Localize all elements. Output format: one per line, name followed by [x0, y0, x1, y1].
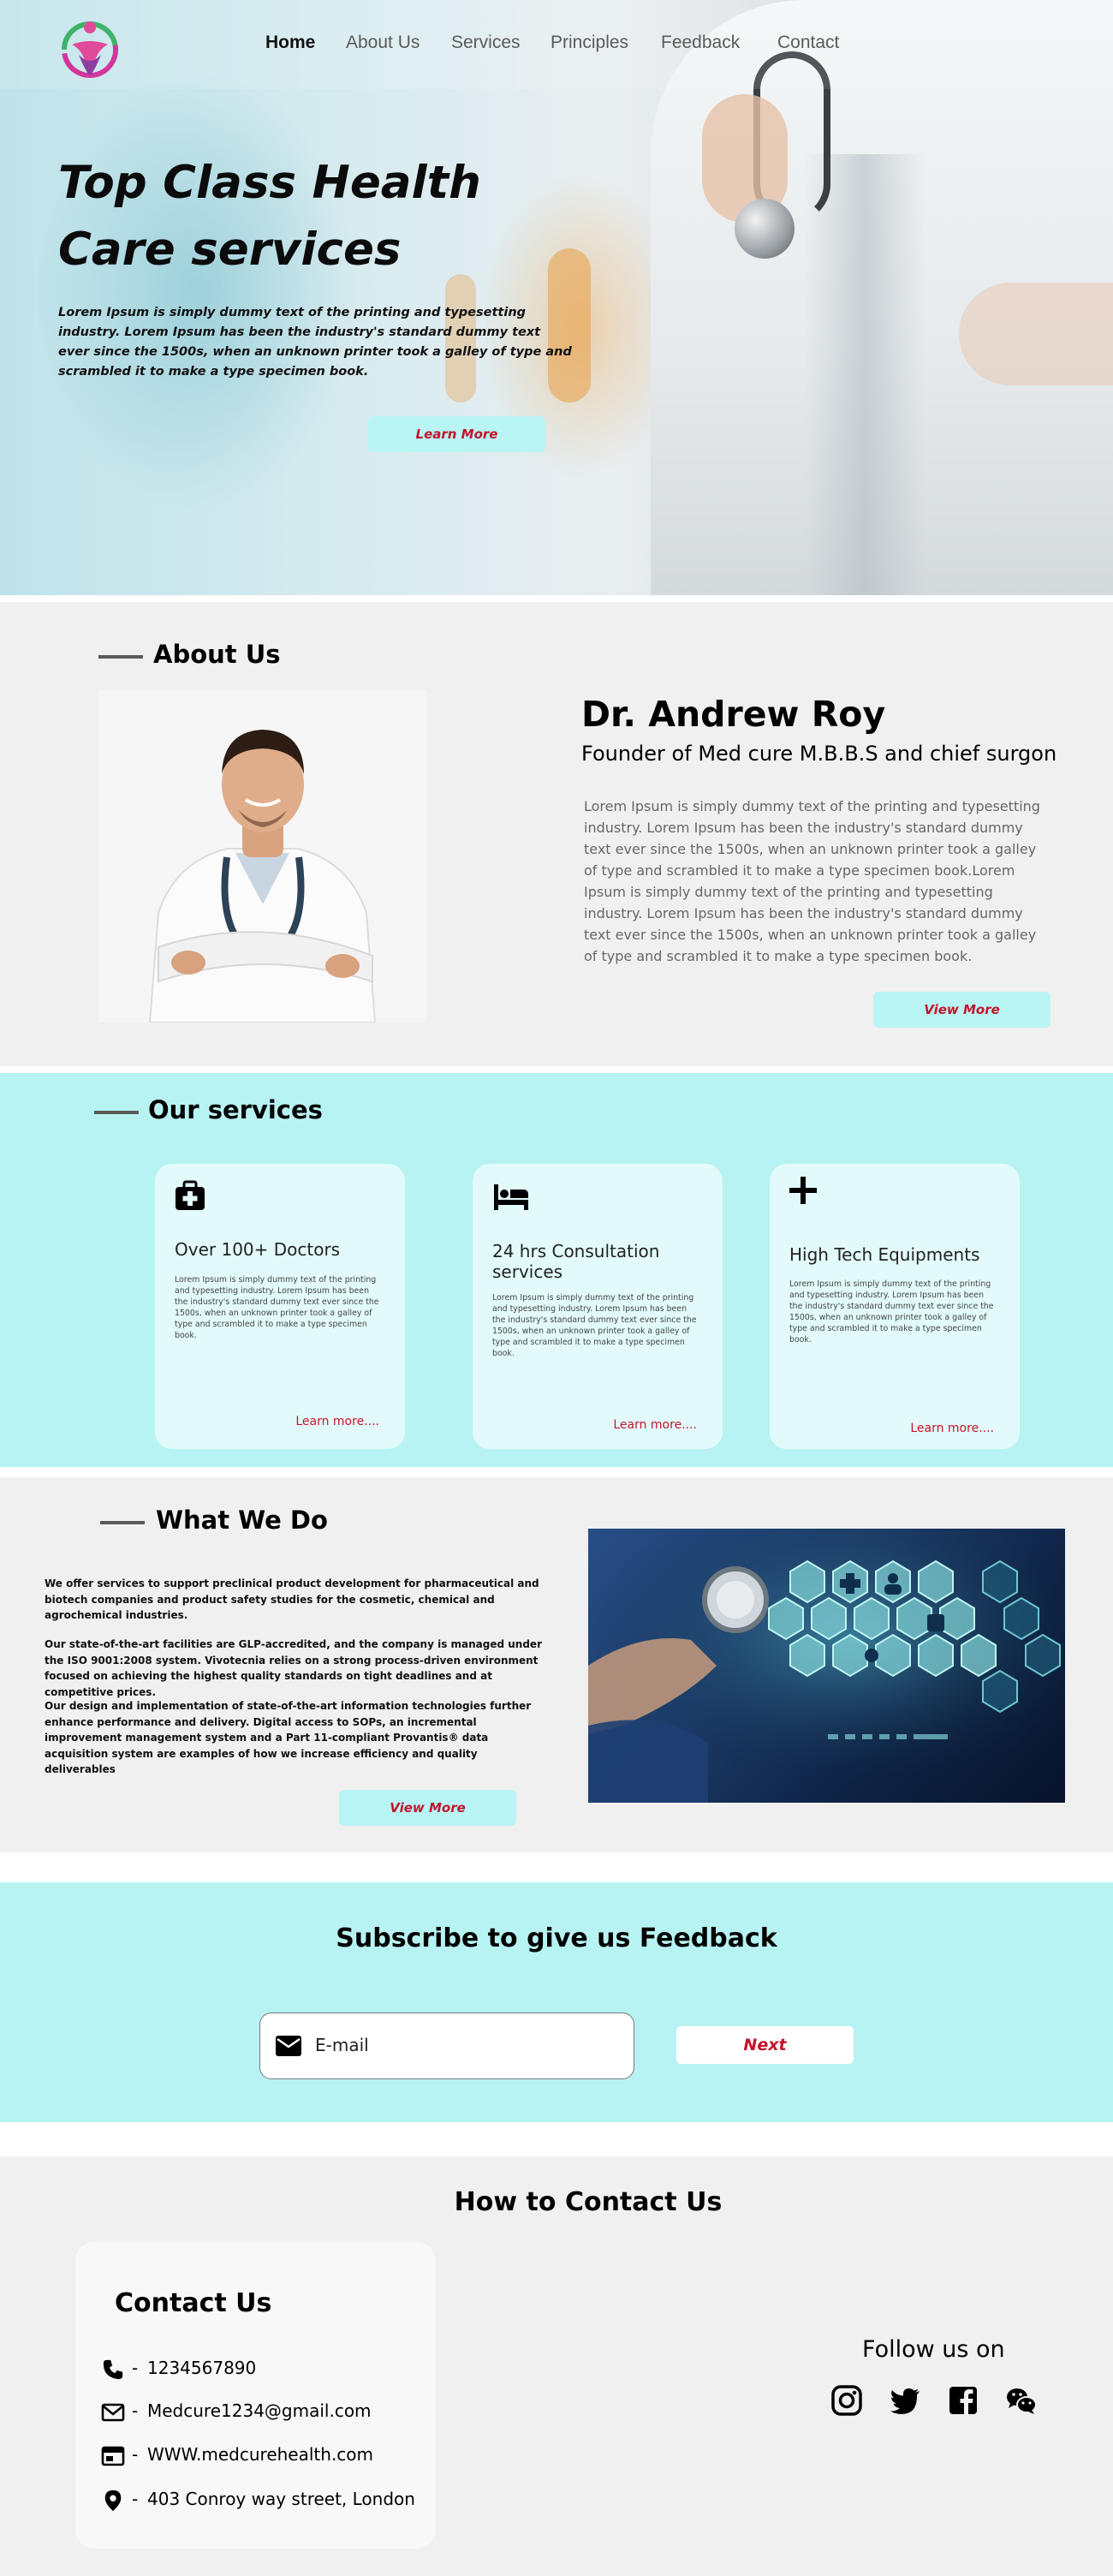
email-placeholder: E-mail [315, 2035, 369, 2055]
email-input[interactable]: E-mail [259, 2012, 634, 2079]
instagram-icon[interactable] [830, 2384, 863, 2417]
plus-icon [789, 1177, 817, 1204]
hero-background-blur [34, 69, 360, 514]
service-card-text: Lorem Ipsum is simply dummy text of the … [492, 1293, 697, 1358]
hero-description: Lorem Ipsum is simply dummy text of the … [58, 306, 572, 379]
contact-section-title: How to Contact Us [454, 2187, 723, 2217]
nav-feedback[interactable]: Feedback [661, 33, 740, 53]
facebook-icon[interactable] [947, 2384, 979, 2417]
contact-card-title: Contact Us [115, 2288, 272, 2318]
subscribe-title: Subscribe to give us Feedback [336, 1923, 777, 1953]
contact-email: Medcure1234@gmail.com [147, 2400, 372, 2421]
contact-separator: - [132, 2444, 139, 2465]
doctor-name: Dr. Andrew Roy [581, 694, 886, 735]
location-pin-icon [104, 2490, 122, 2512]
stethoscope-head [735, 199, 795, 259]
service-card-learn-more-link[interactable]: Learn more.... [613, 1418, 697, 1432]
service-card[interactable]: 24 hrs Consultation services Lorem Ipsum… [473, 1164, 723, 1449]
service-card[interactable]: Over 100+ Doctors Lorem Ipsum is simply … [155, 1164, 405, 1449]
service-card-title: High Tech Equipments [789, 1244, 980, 1265]
section-title-line [94, 1111, 139, 1114]
about-view-more-button[interactable]: View More [873, 992, 1051, 1028]
contact-card: Contact Us - 1234567890 - Medcure1234@gm… [75, 2242, 436, 2549]
contact-section: How to Contact Us Contact Us - 123456789… [0, 2156, 1113, 2576]
medical-kit-icon [176, 1180, 205, 1210]
nav-contact[interactable]: Contact [777, 33, 839, 53]
mail-icon [101, 2403, 125, 2422]
medical-technology-image [588, 1529, 1065, 1803]
doctor-photo [98, 690, 426, 1023]
hero-title: Top Class Health Care services [58, 157, 481, 276]
service-card[interactable]: High Tech Equipments Lorem Ipsum is simp… [770, 1164, 1020, 1449]
hero-section: Home About Us Services Principles Feedba… [0, 0, 1113, 595]
hero-doctor-coat-fold [805, 154, 925, 595]
contact-separator: - [132, 2358, 139, 2378]
wechat-icon[interactable] [1005, 2384, 1038, 2417]
website-icon [101, 2446, 125, 2466]
what-we-do-section-title: What We Do [156, 1506, 328, 1535]
twitter-icon[interactable] [889, 2384, 921, 2417]
service-card-learn-more-link[interactable]: Learn more.... [295, 1415, 379, 1428]
learn-more-button[interactable]: Learn More [368, 416, 545, 452]
contact-address: 403 Conroy way street, London [147, 2489, 415, 2509]
contact-website: WWW.medcurehealth.com [147, 2444, 374, 2465]
service-card-text: Lorem Ipsum is simply dummy text of the … [789, 1279, 994, 1345]
services-section: Our services Over 100+ Doctors Lorem Ips… [0, 1073, 1113, 1467]
service-card-title: 24 hrs Consultation services [492, 1241, 660, 1282]
hospital-bed-icon [494, 1184, 528, 1210]
what-we-do-paragraph: Our state-of-the-art facilities are GLP-… [45, 1638, 542, 1698]
service-card-title: Over 100+ Doctors [175, 1239, 341, 1260]
services-section-title: Our services [148, 1095, 323, 1124]
service-card-learn-more-link[interactable]: Learn more.... [910, 1422, 994, 1435]
service-card-text: Lorem Ipsum is simply dummy text of the … [175, 1275, 379, 1340]
phone-icon [103, 2359, 123, 2380]
nav-home[interactable]: Home [265, 33, 315, 53]
what-we-do-section: What We Do We offer services to support … [0, 1477, 1113, 1852]
section-title-line [100, 1521, 145, 1524]
nav-about-us[interactable]: About Us [346, 33, 420, 53]
section-title-line [98, 655, 143, 659]
what-we-do-paragraph: Our design and implementation of state-o… [45, 1700, 532, 1775]
about-section-title: About Us [153, 640, 281, 669]
doctor-bio: Lorem Ipsum is simply dummy text of the … [584, 798, 1040, 964]
subscribe-section: Subscribe to give us Feedback E-mail Nex… [0, 1882, 1113, 2122]
nav-services[interactable]: Services [451, 33, 521, 53]
follow-us-label: Follow us on [862, 2336, 1005, 2363]
contact-phone: 1234567890 [147, 2358, 257, 2378]
contact-separator: - [132, 2489, 139, 2509]
logo-icon[interactable] [60, 15, 120, 79]
next-button[interactable]: Next [676, 2026, 854, 2064]
doctor-role: Founder of Med cure M.B.B.S and chief su… [581, 742, 1057, 766]
what-we-do-view-more-button[interactable]: View More [339, 1790, 516, 1826]
nav-principles[interactable]: Principles [551, 33, 628, 53]
contact-separator: - [132, 2400, 139, 2421]
what-we-do-paragraph: We offer services to support preclinical… [45, 1577, 539, 1621]
mail-icon [276, 2036, 301, 2056]
hero-doctor-arm [959, 283, 1113, 385]
about-section: About Us Dr. Andrew Roy Founder of Med c… [0, 602, 1113, 1066]
